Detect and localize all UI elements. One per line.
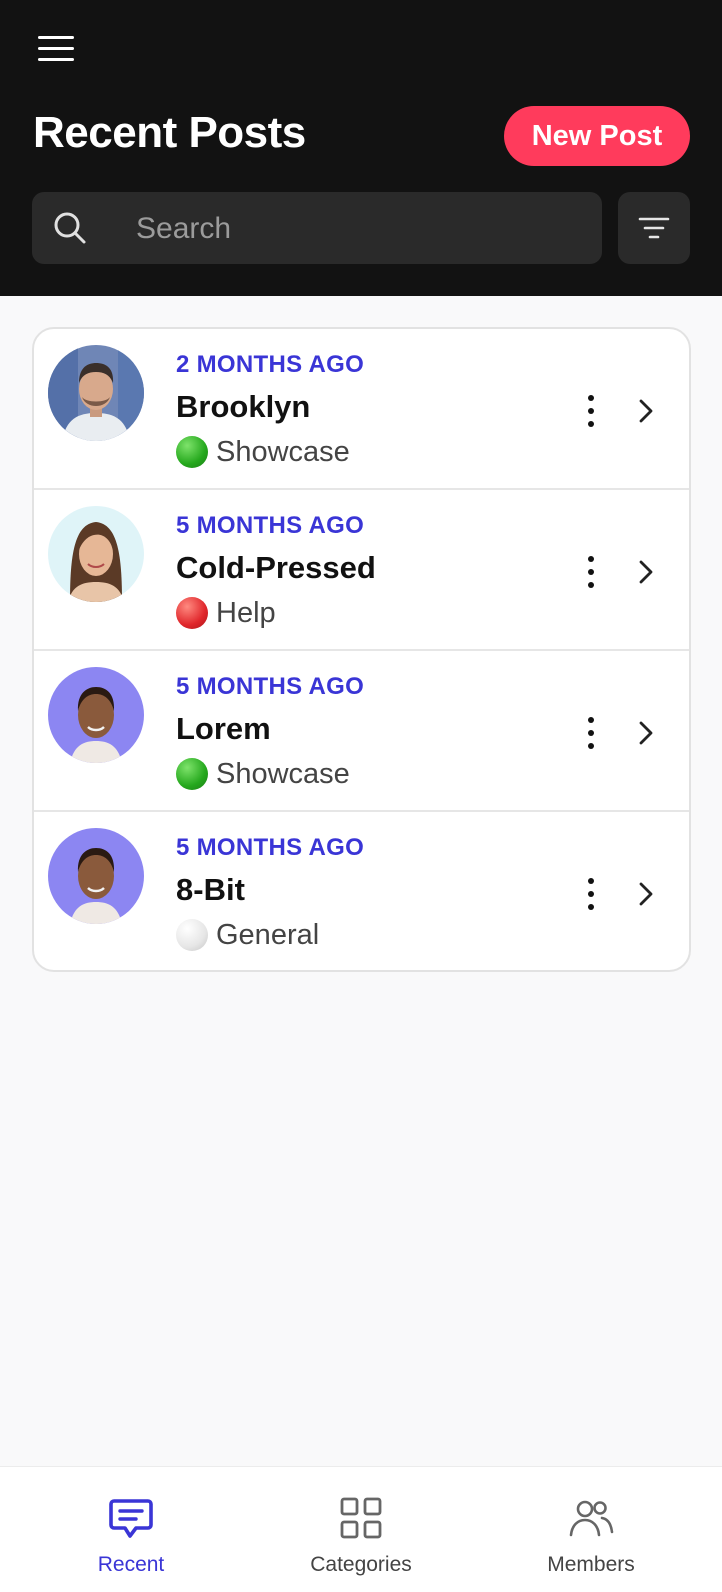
hamburger-menu-icon[interactable] (34, 30, 78, 66)
chevron-right-icon[interactable] (634, 397, 658, 425)
more-options-icon[interactable] (576, 552, 606, 592)
users-icon (569, 1500, 614, 1537)
woman-avatar-purple (48, 828, 144, 924)
search-input[interactable]: Search (32, 192, 602, 264)
woman-avatar-purple (48, 667, 144, 763)
chevron-right-icon[interactable] (634, 719, 658, 747)
chevron-right-icon[interactable] (634, 558, 658, 586)
tab-members[interactable]: Members (491, 1467, 691, 1592)
new-post-button[interactable]: New Post (504, 106, 690, 166)
red-circle-icon (176, 597, 208, 629)
green-circle-icon (176, 436, 208, 468)
search-icon (54, 212, 86, 244)
page-title: Recent Posts (33, 108, 306, 157)
post-title: Lorem (176, 711, 271, 746)
category-label: Help (216, 596, 276, 629)
more-options-icon[interactable] (576, 713, 606, 753)
header: Recent Posts New Post Search (0, 0, 722, 296)
post-category: Showcase (176, 435, 350, 469)
chat-icon (109, 1499, 153, 1538)
post-row[interactable]: 2 MONTHS AGO Brooklyn Showcase (34, 329, 689, 490)
more-options-icon[interactable] (576, 391, 606, 431)
post-category: Help (176, 596, 276, 630)
man-avatar (48, 345, 144, 441)
post-list: 2 MONTHS AGO Brooklyn Showcase 5 MONTHS … (32, 327, 691, 972)
post-title: 8-Bit (176, 872, 245, 907)
category-label: Showcase (216, 757, 350, 790)
post-row[interactable]: 5 MONTHS AGO Cold-Pressed Help (34, 490, 689, 651)
tab-recent[interactable]: Recent (31, 1467, 231, 1592)
post-row[interactable]: 5 MONTHS AGO Lorem Showcase (34, 651, 689, 812)
post-time: 5 MONTHS AGO (176, 512, 365, 539)
more-options-icon[interactable] (576, 874, 606, 914)
tab-label: Categories (310, 1553, 412, 1576)
category-label: General (216, 918, 320, 951)
post-category: Showcase (176, 757, 350, 791)
grid-icon (340, 1497, 382, 1539)
post-title: Cold-Pressed (176, 550, 376, 585)
white-circle-icon (176, 919, 208, 951)
woman-avatar (48, 506, 144, 602)
post-category: General (176, 918, 319, 952)
chevron-right-icon[interactable] (634, 880, 658, 908)
tab-label: Recent (97, 1553, 165, 1576)
post-time: 5 MONTHS AGO (176, 673, 365, 700)
filter-button[interactable] (618, 192, 690, 264)
bottom-tab-bar: Recent Categories Members (0, 1466, 722, 1592)
post-time: 5 MONTHS AGO (176, 834, 365, 861)
tab-categories[interactable]: Categories (261, 1467, 461, 1592)
post-time: 2 MONTHS AGO (176, 351, 365, 378)
post-title: Brooklyn (176, 389, 311, 424)
category-label: Showcase (216, 435, 350, 468)
green-circle-icon (176, 758, 208, 790)
search-placeholder: Search (136, 212, 232, 245)
filter-icon (638, 217, 670, 239)
tab-label: Members (547, 1553, 635, 1576)
post-row[interactable]: 5 MONTHS AGO 8-Bit General (34, 812, 689, 970)
